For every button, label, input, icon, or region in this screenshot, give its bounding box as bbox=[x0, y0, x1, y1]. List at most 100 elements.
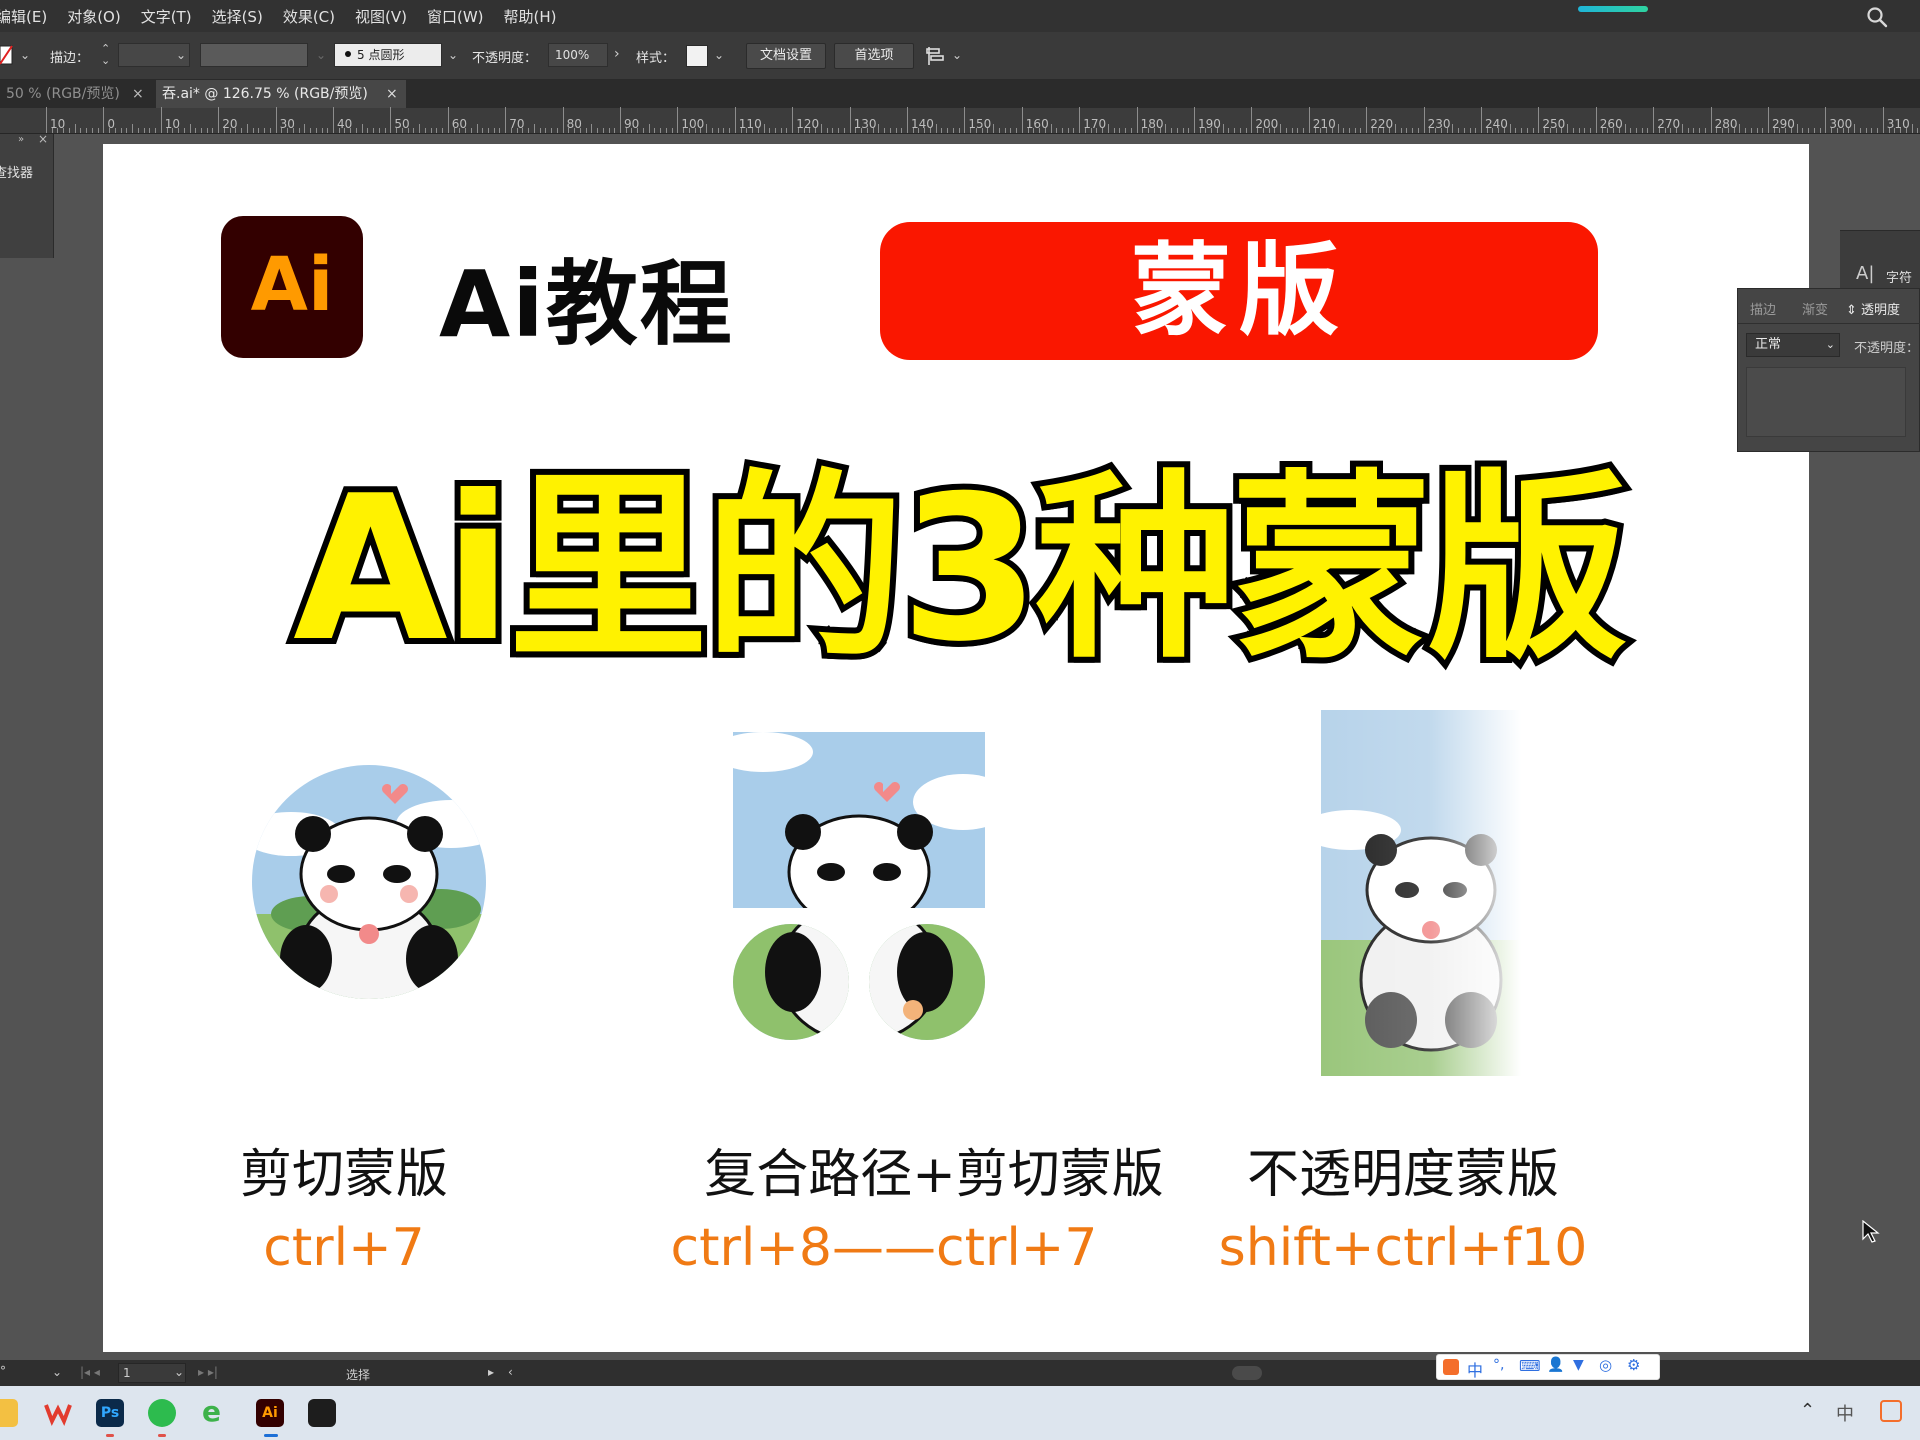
ruler-tick bbox=[889, 128, 891, 133]
chevron-down-icon[interactable]: ⌄ bbox=[176, 48, 186, 62]
ruler-tick bbox=[516, 128, 518, 133]
menu-help[interactable]: 帮助(H) bbox=[494, 6, 567, 27]
settings-gear-icon[interactable]: ⚙ bbox=[1627, 1356, 1640, 1374]
wps-office-icon[interactable] bbox=[44, 1399, 72, 1427]
first-page-icon[interactable]: |◂ ◂ bbox=[80, 1365, 100, 1379]
ruler-tick bbox=[1894, 128, 1896, 133]
artboard[interactable]: Ai Ai教程 蒙版 Ai里的3种蒙版 剪切蒙版 ctrl+7 复合路径+剪切蒙… bbox=[103, 144, 1809, 1352]
ruler-tick bbox=[1406, 128, 1408, 133]
tab-transparency-label: 透明度 bbox=[1861, 303, 1901, 318]
chevron-right-icon[interactable]: › bbox=[614, 46, 620, 62]
photoshop-icon[interactable]: Ps bbox=[96, 1399, 124, 1427]
menu-view[interactable]: 视图(V) bbox=[345, 6, 417, 27]
chevron-up-icon[interactable]: ⌃ bbox=[1800, 1400, 1815, 1421]
tab-stroke[interactable]: 描边 bbox=[1750, 299, 1776, 318]
search-button[interactable] bbox=[1866, 6, 1888, 28]
ruler-tick bbox=[137, 128, 139, 133]
mask-thumbnail-area[interactable] bbox=[1746, 367, 1906, 437]
ime-logo-icon[interactable] bbox=[1443, 1359, 1459, 1375]
ruler-tick bbox=[614, 128, 616, 133]
ruler-tick bbox=[907, 107, 908, 133]
toolbox-icon[interactable]: ◎ bbox=[1599, 1356, 1612, 1374]
ruler-tick bbox=[132, 124, 134, 133]
character-panel-tab[interactable]: A| 字符 bbox=[1840, 230, 1920, 290]
ruler-tick bbox=[1216, 128, 1218, 133]
scroll-left-icon[interactable]: ‹ bbox=[508, 1365, 513, 1379]
horizontal-scrollbar-thumb[interactable] bbox=[1232, 1366, 1262, 1380]
keyboard-icon[interactable]: ⌨ bbox=[1519, 1357, 1541, 1375]
panel-opacity-label: 不透明度： bbox=[1854, 341, 1920, 356]
opacity-field[interactable]: 100% bbox=[548, 43, 608, 67]
punctuation-icon[interactable]: °, bbox=[1493, 1357, 1504, 1373]
ruler-tick bbox=[849, 107, 851, 133]
arrange-documents-icon[interactable] bbox=[926, 47, 946, 65]
ime-mode[interactable]: 中 bbox=[1467, 1357, 1483, 1381]
tab-document-1[interactable]: 50 % (RGB/预览) bbox=[0, 80, 150, 108]
ruler-tick bbox=[1584, 128, 1586, 133]
expand-panel-icon[interactable]: » bbox=[18, 134, 24, 145]
ruler-tick bbox=[499, 128, 501, 133]
browser-icon[interactable]: e bbox=[202, 1398, 230, 1427]
mouse-cursor-icon bbox=[1862, 1220, 1880, 1243]
chevron-down-icon[interactable]: ⌄ bbox=[714, 48, 724, 62]
close-icon[interactable]: × bbox=[38, 132, 48, 146]
close-icon[interactable]: × bbox=[132, 80, 144, 108]
tab-document-2[interactable]: 吞.ai* @ 126.75 % (RGB/预览) bbox=[156, 80, 406, 108]
ruler-tick bbox=[1090, 128, 1092, 133]
ruler-tick bbox=[1182, 128, 1184, 133]
ruler-tick bbox=[1142, 128, 1144, 133]
chevron-down-icon[interactable]: ⌄ bbox=[52, 1365, 62, 1379]
file-explorer-icon[interactable] bbox=[0, 1399, 18, 1427]
wechat-icon[interactable] bbox=[148, 1399, 176, 1427]
ruler-tick bbox=[155, 128, 157, 133]
graphic-style-swatch[interactable] bbox=[686, 45, 708, 67]
play-icon[interactable]: ▸ bbox=[488, 1365, 494, 1379]
preferences-button[interactable]: 首选项 bbox=[834, 43, 914, 69]
close-icon[interactable]: × bbox=[386, 80, 398, 108]
ruler-tick bbox=[591, 124, 593, 133]
chevron-down-icon[interactable]: ⌄ bbox=[448, 48, 458, 62]
ruler-tick bbox=[1061, 128, 1063, 133]
menu-edit[interactable]: 编辑(E) bbox=[0, 6, 57, 27]
horizontal-ruler[interactable]: 10 0 10 20 30 40 50 60 70 80 90 100 110 120 130 140 150 1… bbox=[0, 107, 1920, 134]
ruler-tick bbox=[470, 128, 472, 133]
menu-type[interactable]: 文字(T) bbox=[131, 6, 202, 27]
tab-transparency[interactable]: ⇕ 透明度 bbox=[1846, 299, 1900, 318]
finder-panel: » × 查找器 bbox=[0, 132, 54, 258]
brush-definition-field[interactable]: 5 点圆形 bbox=[334, 43, 442, 67]
menu-object[interactable]: 对象(O) bbox=[57, 6, 131, 27]
ruler-tick bbox=[1458, 128, 1460, 133]
menu-select[interactable]: 选择(S) bbox=[202, 6, 273, 27]
ruler-tick bbox=[1188, 128, 1190, 133]
ruler-tick bbox=[1176, 128, 1178, 133]
ruler-tick bbox=[1073, 128, 1075, 133]
illustrator-icon[interactable]: Ai bbox=[256, 1399, 284, 1427]
ruler-tick bbox=[206, 128, 208, 133]
blend-mode-select[interactable]: 正常 ⌄ bbox=[1746, 333, 1840, 357]
tab-gradient[interactable]: 渐变 bbox=[1802, 299, 1828, 318]
ruler-tick bbox=[223, 128, 225, 133]
chevron-down-icon[interactable]: ⌄ bbox=[174, 1365, 184, 1379]
menu-effect[interactable]: 效果(C) bbox=[273, 6, 345, 27]
ruler-tick bbox=[149, 128, 151, 133]
ruler-tick bbox=[1010, 128, 1012, 133]
document-setup-button[interactable]: 文档设置 bbox=[746, 43, 826, 69]
screen-recorder-icon[interactable] bbox=[308, 1399, 336, 1427]
ruler-tick bbox=[1687, 128, 1689, 133]
taskbar-input-language[interactable]: 中 bbox=[1836, 1400, 1854, 1426]
variable-width-profile[interactable] bbox=[200, 43, 308, 67]
stepper-arrows-icon[interactable]: ⌃ ⌄ bbox=[101, 43, 110, 67]
last-page-icon[interactable]: ▸ ▸| bbox=[198, 1365, 218, 1379]
chevron-down-icon[interactable]: ⌄ bbox=[20, 48, 30, 62]
ruler-tick bbox=[1079, 107, 1081, 133]
user-icon[interactable]: 👤 bbox=[1547, 1357, 1564, 1373]
skin-icon[interactable]: ▼ bbox=[1573, 1357, 1584, 1373]
zoom-indicator-icon[interactable]: ° bbox=[0, 1364, 6, 1378]
ruler-tick bbox=[269, 128, 271, 133]
chevron-down-icon[interactable]: ⌄ bbox=[952, 48, 962, 62]
ruler-tick bbox=[275, 107, 277, 133]
menu-window[interactable]: 窗口(W) bbox=[417, 6, 494, 27]
ime-tray-icon[interactable] bbox=[1880, 1400, 1902, 1422]
ruler-tick bbox=[1067, 128, 1069, 133]
stroke-color-swatch[interactable] bbox=[0, 44, 16, 66]
